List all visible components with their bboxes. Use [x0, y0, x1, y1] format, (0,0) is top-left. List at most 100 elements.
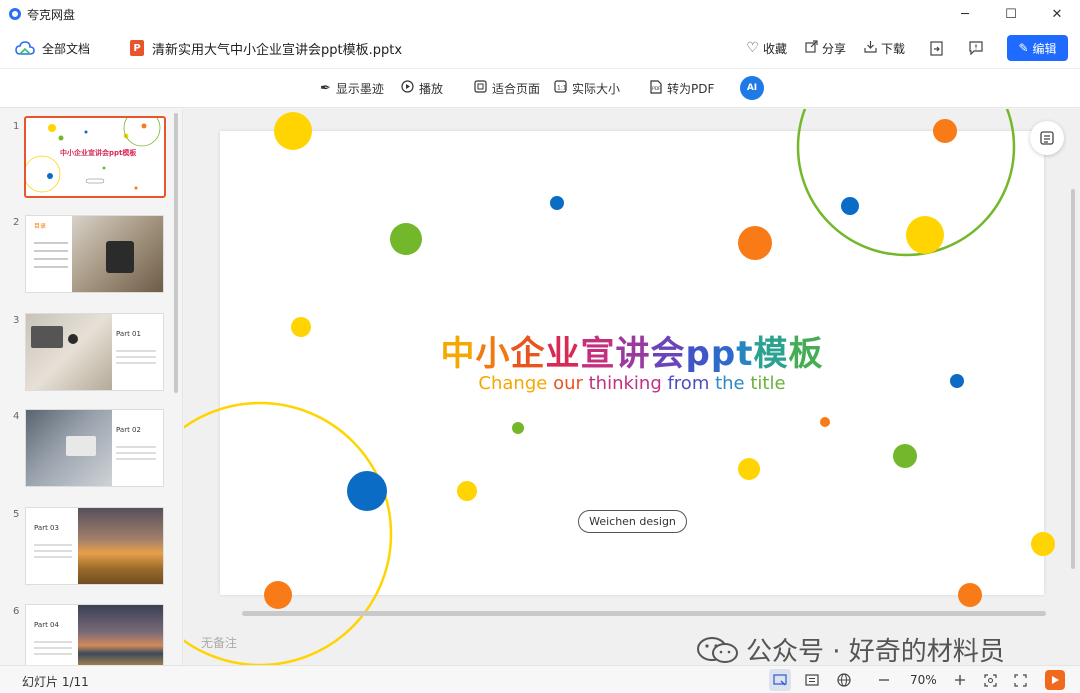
- document-header: 全部文档 P 清新实用大气中小企业宣讲会ppt模板.pptx ♡ 收藏 分享 下…: [0, 28, 1080, 68]
- current-slide[interactable]: 中小企业宣讲会ppt模板 Change our thinking from th…: [220, 131, 1044, 595]
- vertical-scrollbar[interactable]: [1071, 189, 1075, 569]
- slide-subtitle: Change our thinking from the title: [220, 373, 1044, 394]
- wechat-icon: [697, 636, 738, 663]
- pdf-icon: PDF: [649, 79, 662, 98]
- heart-icon: ♡: [746, 40, 759, 56]
- actual-size-icon: 1:1: [554, 80, 567, 97]
- thumb-title: 中小企业宣讲会ppt模板: [60, 149, 137, 157]
- thumb-part: Part 02: [116, 426, 141, 434]
- slide-title-char: 小: [475, 334, 511, 374]
- normal-view-button[interactable]: [769, 669, 791, 691]
- thumbnails-scrollbar[interactable]: [174, 113, 178, 393]
- slide-title-char: 讲: [615, 334, 651, 374]
- download-button[interactable]: 下载: [864, 40, 905, 57]
- slide-thumbnails-panel: 1 中小企业宣讲会ppt模板 2 目录 3 Part 01 4 Part 02 …: [0, 109, 183, 665]
- show-ink-button[interactable]: ✒ 显示墨迹: [320, 69, 384, 108]
- thumb-number: 5: [13, 509, 20, 520]
- zoom-level[interactable]: 70%: [910, 673, 937, 687]
- thumbnail-slide-4[interactable]: Part 02: [25, 409, 164, 487]
- fit-page-button[interactable]: 适合页面: [474, 69, 540, 108]
- play-button[interactable]: 播放: [401, 69, 443, 108]
- slideshow-play-button[interactable]: [1045, 670, 1065, 690]
- convert-pdf-label: 转为PDF: [667, 82, 715, 96]
- plus-icon: [955, 675, 965, 685]
- slide-title-char: 业: [545, 334, 581, 374]
- document-actions: ♡ 收藏 分享 下载 ✎ 编辑: [728, 28, 1068, 68]
- feedback-icon[interactable]: [967, 39, 985, 57]
- fit-screen-button[interactable]: [979, 669, 1001, 691]
- thumb-heading: 目录: [34, 223, 47, 230]
- all-docs-link[interactable]: 全部文档: [42, 40, 90, 57]
- viewer-toolbar: ✒ 显示墨迹 播放 适合页面 1:1 实际大小 PDF 转为PDF AI: [0, 68, 1080, 108]
- slide-title-char: 宣: [580, 334, 616, 374]
- thumb-number: 3: [13, 315, 20, 326]
- fit-page-icon: [474, 80, 487, 97]
- pptx-file-icon: P: [130, 40, 145, 56]
- show-ink-label: 显示墨迹: [335, 82, 384, 96]
- slide-designer-button: Weichen design: [578, 510, 687, 533]
- thumbnail-slide-1[interactable]: 中小企业宣讲会ppt模板: [24, 116, 166, 198]
- thumb-number: 1: [13, 121, 20, 132]
- ai-assistant-button[interactable]: AI: [740, 76, 764, 100]
- thumb-part: Part 01: [116, 330, 141, 338]
- slide-counter: 幻灯片 1/11: [22, 675, 89, 689]
- fit-page-label: 适合页面: [492, 82, 541, 96]
- slide-subtitle-word: thinking: [588, 373, 668, 394]
- watermark-text: 公众号 · 好奇的材料员: [746, 637, 1005, 665]
- slide-title: 中小企业宣讲会ppt模板: [220, 326, 1044, 375]
- status-bar: 幻灯片 1/11 70%: [0, 665, 1080, 693]
- slide-tools-button[interactable]: [1030, 121, 1064, 155]
- notes-icon: [805, 674, 819, 686]
- actual-size-button[interactable]: 1:1 实际大小: [554, 69, 620, 108]
- fullscreen-button[interactable]: [1009, 669, 1031, 691]
- notes-placeholder[interactable]: 无备注: [201, 634, 237, 651]
- slide-subtitle-word: our: [553, 373, 589, 394]
- thumbnail-slide-2[interactable]: 目录: [25, 215, 164, 293]
- slide-subtitle-word: from: [667, 373, 716, 394]
- minimize-button[interactable]: ─: [942, 0, 988, 28]
- minus-icon: [879, 679, 889, 681]
- zoom-out-button[interactable]: [873, 669, 895, 691]
- window-controls: ─ ☐ ✕: [942, 0, 1080, 28]
- fullscreen-icon: [1013, 673, 1027, 687]
- slide-title-char: p: [685, 334, 711, 374]
- slide-title-char: p: [710, 334, 737, 374]
- horizontal-scrollbar[interactable]: [242, 611, 1046, 616]
- zoom-in-button[interactable]: [949, 669, 971, 691]
- collect-button[interactable]: ♡ 收藏: [746, 40, 787, 57]
- notes-view-button[interactable]: [801, 669, 823, 691]
- slide-stage: 中小企业宣讲会ppt模板 Change our thinking from th…: [184, 109, 1080, 665]
- convert-icon: [1040, 131, 1054, 145]
- web-view-button[interactable]: [833, 669, 855, 691]
- slide-subtitle-word: title: [750, 373, 786, 394]
- download-label: 下载: [880, 41, 905, 56]
- play-icon: [1052, 676, 1059, 684]
- cloud-icon[interactable]: [15, 38, 35, 58]
- convert-pdf-button[interactable]: PDF 转为PDF: [649, 69, 714, 108]
- edit-button[interactable]: ✎ 编辑: [1007, 35, 1068, 61]
- thumb-part: Part 03: [34, 524, 59, 532]
- thumbnail-slide-5[interactable]: Part 03: [25, 507, 164, 585]
- slide-subtitle-word: the: [715, 373, 751, 394]
- save-to-device-icon[interactable]: [927, 39, 945, 57]
- thumb-number: 4: [13, 411, 20, 422]
- share-button[interactable]: 分享: [805, 39, 846, 57]
- thumbnail-slide-3[interactable]: Part 01: [25, 313, 164, 391]
- close-button[interactable]: ✕: [1034, 0, 1080, 28]
- slide-title-char: 模: [753, 334, 789, 374]
- thumb-number: 6: [13, 606, 20, 617]
- maximize-button[interactable]: ☐: [988, 0, 1034, 28]
- slide-title-char: 会: [650, 334, 686, 374]
- slide-title-char: 板: [788, 334, 824, 374]
- watermark: 公众号 · 好奇的材料员: [696, 631, 1005, 665]
- quark-logo-icon: [9, 8, 21, 20]
- thumb-number: 2: [13, 217, 20, 228]
- globe-icon: [837, 673, 851, 687]
- slide-title-char: 中: [440, 334, 476, 374]
- pencil-icon: ✎: [1018, 41, 1029, 55]
- thumbnail-slide-6[interactable]: Part 04: [25, 604, 164, 665]
- share-label: 分享: [821, 41, 846, 56]
- edit-label: 编辑: [1032, 41, 1057, 56]
- slide-subtitle-word: Change: [478, 373, 554, 394]
- slide-title-char: t: [736, 334, 754, 374]
